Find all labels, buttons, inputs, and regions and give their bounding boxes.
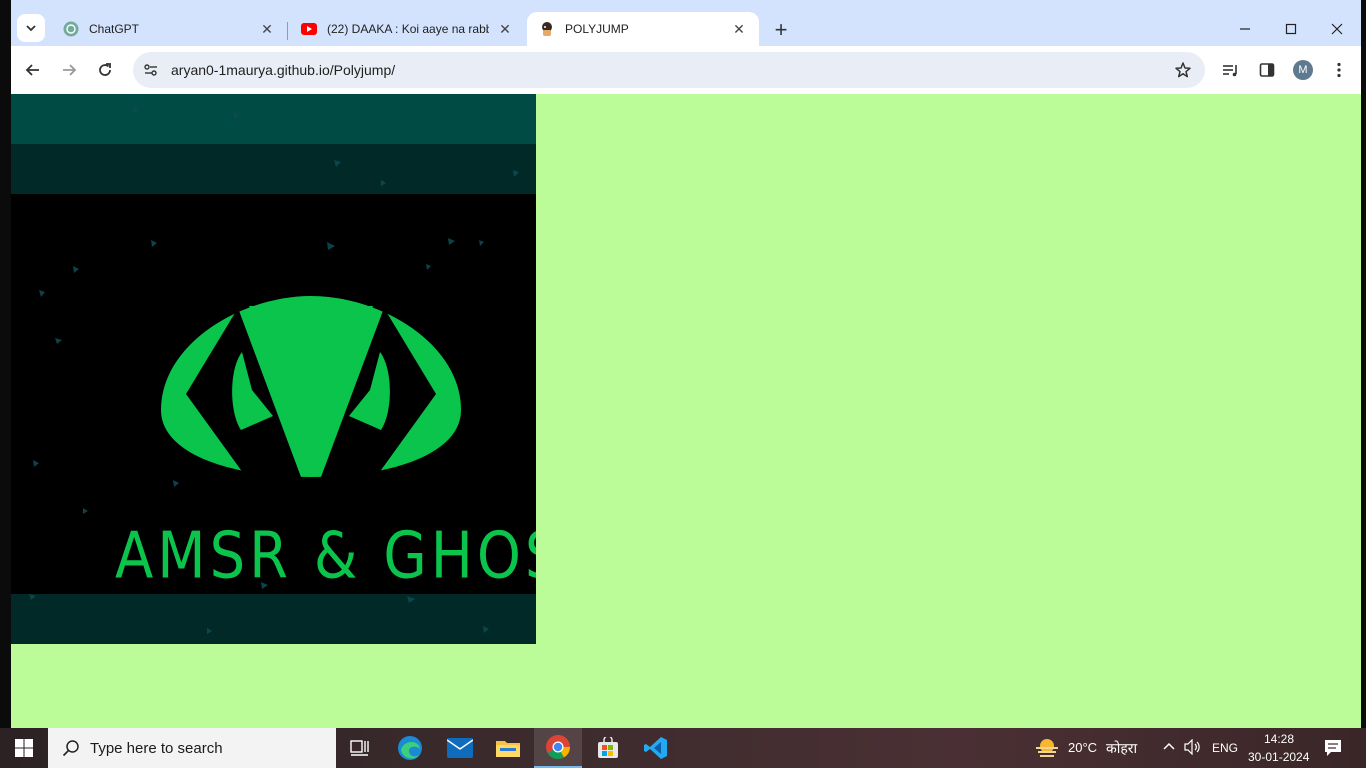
media-controls-button[interactable] <box>1217 56 1245 84</box>
chevron-up-icon[interactable] <box>1162 740 1176 759</box>
avatar: M <box>1293 60 1313 80</box>
tab-chatgpt[interactable]: ChatGPT ✕ <box>51 12 287 46</box>
reload-button[interactable] <box>91 56 119 84</box>
site-info-icon[interactable] <box>137 56 165 84</box>
windows-logo-icon <box>15 739 33 757</box>
tab-title: ChatGPT <box>89 22 140 36</box>
task-view-icon <box>350 740 369 756</box>
tab-title: POLYJUMP <box>565 22 629 36</box>
window-edge <box>1361 0 1366 728</box>
polyjump-favicon <box>539 21 555 37</box>
weather-description[interactable]: कोहरा <box>1106 739 1137 758</box>
profile-button[interactable]: M <box>1289 56 1317 84</box>
arrow-left-icon <box>25 64 39 76</box>
search-icon <box>62 740 79 757</box>
more-vertical-icon <box>1337 62 1341 78</box>
tab-separator <box>287 22 288 40</box>
clock-date[interactable]: 30-01-2024 <box>1248 750 1309 764</box>
screen: ChatGPT ✕ (22) DAAKA : Koi aaye na rabba… <box>0 0 1366 768</box>
close-window-button[interactable] <box>1314 14 1360 44</box>
back-button[interactable] <box>19 56 47 84</box>
windows-taskbar: Type here to search 20°C कोहरा ENG 14:28… <box>0 728 1366 768</box>
tab-search-button[interactable] <box>17 14 45 42</box>
youtube-icon <box>301 21 317 37</box>
folder-icon <box>496 741 520 757</box>
close-icon[interactable]: ✕ <box>497 21 513 37</box>
close-icon <box>1331 23 1343 35</box>
input-language[interactable]: ENG <box>1212 741 1238 755</box>
forward-button[interactable] <box>55 56 83 84</box>
store-app-button[interactable] <box>584 728 632 768</box>
file-explorer-button[interactable] <box>484 728 532 768</box>
volume-icon[interactable] <box>1184 738 1202 760</box>
maximize-icon <box>1285 23 1297 35</box>
taskbar-search[interactable]: Type here to search <box>48 728 336 768</box>
logo-wordmark: AMSR & GHOST <box>115 519 536 594</box>
mail-app-button[interactable] <box>436 728 484 768</box>
bookmark-star-icon[interactable] <box>1169 56 1197 84</box>
side-panel-icon <box>1259 63 1275 77</box>
search-placeholder: Type here to search <box>90 739 223 757</box>
notification-icon[interactable] <box>1324 739 1342 762</box>
address-bar[interactable]: aryan0-1maurya.github.io/Polyjump/ <box>133 52 1205 88</box>
close-icon[interactable]: ✕ <box>259 21 275 37</box>
reload-icon <box>99 63 111 76</box>
weather-icon[interactable] <box>1034 736 1060 765</box>
window-edge <box>0 0 11 728</box>
tab-youtube[interactable]: (22) DAAKA : Koi aaye na rabba ✕ <box>289 12 525 46</box>
arrow-right-icon <box>63 64 77 76</box>
chrome-app-button[interactable] <box>534 728 582 768</box>
close-icon[interactable]: ✕ <box>731 21 747 37</box>
browser-toolbar: aryan0-1maurya.github.io/Polyjump/ M <box>11 46 1361 94</box>
game-splash-image: AMSR & GHOST <box>11 94 536 644</box>
edge-app-button[interactable] <box>386 728 434 768</box>
chatgpt-icon <box>63 21 79 37</box>
mail-icon <box>447 738 473 758</box>
maximize-button[interactable] <box>1268 14 1314 44</box>
tab-strip: ChatGPT ✕ (22) DAAKA : Koi aaye na rabba… <box>11 6 1361 46</box>
clock-time[interactable]: 14:28 <box>1264 732 1294 746</box>
media-queue-icon <box>1223 65 1237 77</box>
vscode-app-button[interactable] <box>632 728 680 768</box>
amsr-ghost-logo-mark <box>161 296 461 477</box>
url-text: aryan0-1maurya.github.io/Polyjump/ <box>171 62 396 78</box>
tab-title: (22) DAAKA : Koi aaye na rabba <box>327 22 489 36</box>
weather-temperature[interactable]: 20°C <box>1068 740 1097 755</box>
chevron-down-icon <box>26 25 36 32</box>
store-icon <box>598 737 618 758</box>
vscode-icon <box>644 737 667 759</box>
page-viewport: AMSR & GHOST <box>11 94 1361 728</box>
task-view-button[interactable] <box>336 728 384 768</box>
minimize-icon <box>1240 28 1250 30</box>
side-panel-button[interactable] <box>1253 56 1281 84</box>
chrome-window: ChatGPT ✕ (22) DAAKA : Koi aaye na rabba… <box>0 0 1366 728</box>
tab-polyjump[interactable]: POLYJUMP ✕ <box>527 12 759 46</box>
new-tab-button[interactable]: + <box>767 16 795 44</box>
chrome-menu-button[interactable] <box>1325 56 1353 84</box>
chrome-icon <box>546 735 570 760</box>
minimize-button[interactable] <box>1222 14 1268 44</box>
start-button[interactable] <box>0 728 48 768</box>
edge-icon <box>398 736 422 760</box>
